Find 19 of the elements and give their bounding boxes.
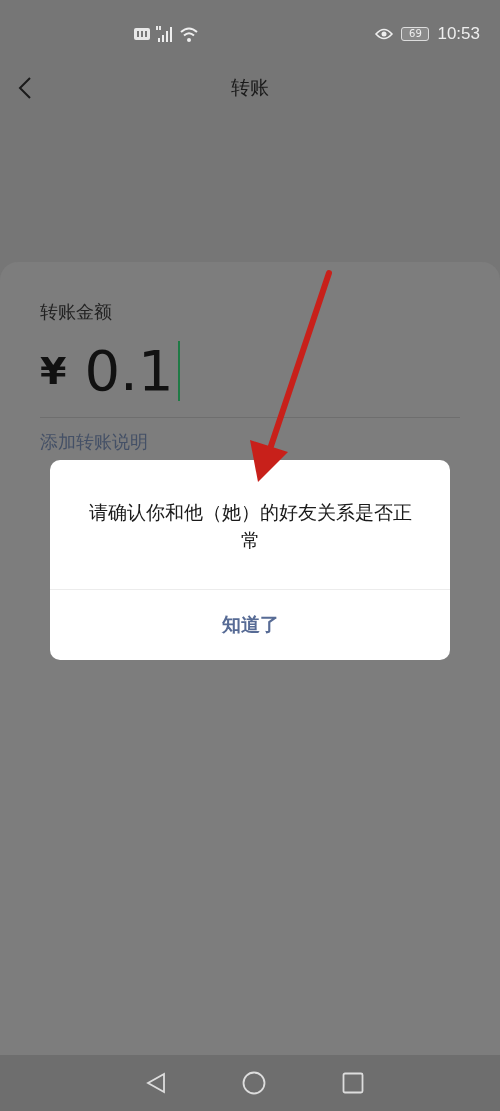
amount-label: 转账金额 [40, 300, 112, 324]
wifi-icon [180, 26, 198, 42]
recents-nav-button[interactable] [340, 1070, 366, 1096]
clock-time: 10:53 [437, 24, 480, 44]
amount-value: 0.1 [84, 338, 174, 403]
home-nav-button[interactable] [240, 1069, 268, 1097]
battery-level: 69 [409, 29, 422, 39]
eye-icon [375, 28, 394, 40]
back-icon [18, 77, 32, 99]
page-title: 转账 [230, 75, 270, 100]
text-cursor [177, 340, 180, 401]
back-nav-button[interactable] [144, 1070, 168, 1096]
signal-icon [156, 26, 174, 42]
circle-icon [242, 1071, 266, 1095]
triangle-icon [146, 1072, 166, 1094]
confirm-button[interactable]: 知道了 [50, 590, 450, 660]
square-icon [342, 1072, 364, 1094]
currency-symbol: ¥ [40, 348, 67, 393]
amount-field[interactable]: ¥ 0.1 [40, 338, 460, 418]
